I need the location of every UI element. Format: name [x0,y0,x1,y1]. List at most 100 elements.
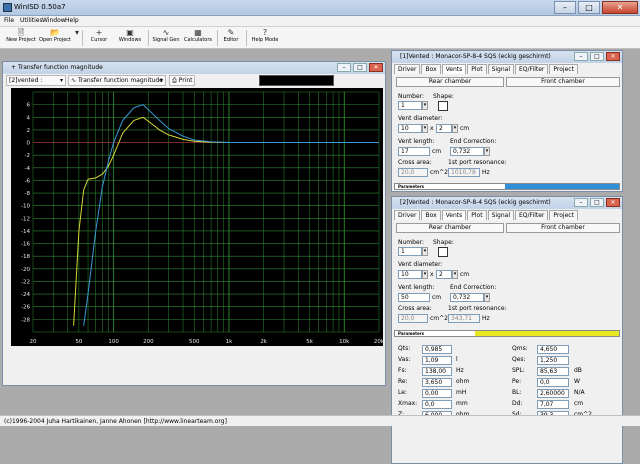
tab-plot[interactable]: Plot [467,64,487,74]
signal-gen-button[interactable]: ∿ Signal Gen [152,28,180,48]
rear-chamber-button[interactable]: Rear chamber [396,223,504,233]
x-tick-label: 20 [30,339,37,345]
vent-length-label: Vent length: [398,138,435,145]
vent-length-field[interactable]: 50 [398,293,430,302]
param-value[interactable]: 2,60000 [537,389,569,398]
series-line-project-2 [83,104,379,326]
vent-diameter-count[interactable]: 2 [436,124,452,133]
shape-picker[interactable] [438,101,448,111]
open-project-button[interactable]: 📂 Open Project [38,28,72,48]
tab-vents[interactable]: Vents [441,210,467,220]
y-tick-label: 0 [27,141,31,147]
y-tick-label: -14 [21,229,30,235]
print-button[interactable]: ⎙ Print [169,75,195,86]
end-correction-dropdown[interactable]: ▾ [484,147,490,156]
tab-project[interactable]: Project [549,64,578,74]
vent-diameter-dropdown[interactable]: ▾ [422,124,428,133]
tab-vents[interactable]: Vents [441,64,467,74]
tab-project[interactable]: Project [549,210,578,220]
param-value[interactable]: 0,00 [422,389,452,398]
tab-signal[interactable]: Signal [487,210,514,220]
param-unit: Hz [456,367,464,374]
vent-count-dropdown[interactable]: ▾ [452,270,458,279]
vent-length-field[interactable]: 17 [398,147,430,156]
vent-diameter-count[interactable]: 2 [436,270,452,279]
front-chamber-button[interactable]: Front chamber [506,223,620,233]
menu-file[interactable]: File [4,17,14,24]
end-correction-field[interactable]: 0,732 [450,293,484,302]
rear-chamber-button[interactable]: Rear chamber [396,77,504,87]
close-button[interactable]: ✕ [602,1,638,14]
vent-diameter-field[interactable]: 10 [398,124,422,133]
menu-window[interactable]: Window [42,17,66,24]
menu-utilities[interactable]: Utilities [20,17,43,24]
tab-driver[interactable]: Driver [394,64,421,74]
param-value[interactable]: 3,650 [422,378,452,387]
number-select[interactable]: 1 [398,247,422,256]
vent2-minimize-button[interactable]: – [574,198,588,207]
vent-window-1: [1]Vented : Monacor-SP-8-4 SQS (eckig ge… [391,50,623,192]
help-mode-button[interactable]: ? Help Mode [251,28,279,48]
tab-box[interactable]: Box [421,64,441,74]
param-value[interactable]: 138,00 [422,367,452,376]
graph-minimize-button[interactable]: – [337,63,351,72]
graph-window: + Transfer function magnitude – □ ✕ [2]v… [2,61,386,386]
tab-eq-filter[interactable]: EQ/Filter [515,210,549,220]
calculators-button[interactable]: ▦ Calculators [183,28,213,48]
param-value[interactable]: 0,0 [422,400,452,409]
vent2-maximize-button[interactable]: □ [590,198,604,207]
end-correction-field[interactable]: 0,732 [450,147,484,156]
param-value[interactable]: 7,07 [537,400,569,409]
vent2-close-button[interactable]: ✕ [606,198,620,207]
tab-plot[interactable]: Plot [467,210,487,220]
new-project-button[interactable]: 🗎 New Project [4,28,38,48]
menu-help[interactable]: Help [65,17,79,24]
param-value[interactable]: 85,63 [537,367,569,376]
param-value[interactable]: 0,985 [422,345,452,354]
tab-box[interactable]: Box [421,210,441,220]
number-dropdown[interactable]: ▾ [422,101,428,110]
open-project-dropdown[interactable]: ▾ [72,28,80,48]
graph-close-button[interactable]: ✕ [369,63,383,72]
parameters-progress-fill [475,331,619,336]
param-value[interactable]: 1,250 [537,356,569,365]
graph-maximize-button[interactable]: □ [353,63,367,72]
vent-diameter-dropdown[interactable]: ▾ [422,270,428,279]
number-label: Number: [398,93,425,100]
graph-type-icon: ∿ [71,77,77,84]
minimize-button[interactable]: – [554,1,576,14]
vent1-minimize-button[interactable]: – [574,52,588,61]
shape-picker[interactable] [438,247,448,257]
transfer-function-plot: 6 4 2 0 -2 -4 -6 -8 -10 -12 -14 -16 -18 -20 -22 -24 -26-… [11,88,385,346]
maximize-button[interactable]: □ [578,1,600,14]
front-chamber-button[interactable]: Front chamber [506,77,620,87]
param-unit: mH [456,389,467,396]
param-unit: ohm [456,378,470,385]
vent-diameter-field[interactable]: 10 [398,270,422,279]
number-select[interactable]: 1 [398,101,422,110]
x-tick-label: 50 [75,339,82,345]
x-tick-label: 10k [339,339,350,345]
windows-icon: ▣ [126,28,134,37]
vent1-tabs: Driver Box Vents Plot Signal EQ/Filter P… [394,64,579,74]
vent1-maximize-button[interactable]: □ [590,52,604,61]
param-value[interactable]: 4,650 [537,345,569,354]
end-correction-dropdown[interactable]: ▾ [484,293,490,302]
project-select[interactable]: [2]vented : ▾ [6,75,66,86]
tab-eq-filter[interactable]: EQ/Filter [515,64,549,74]
vent2-tabs: Driver Box Vents Plot Signal EQ/Filter P… [394,210,579,220]
y-tick-label: -20 [21,267,30,273]
tab-signal[interactable]: Signal [487,64,514,74]
graph-type-select[interactable]: ∿ Transfer function magnitude ▾ [68,75,166,86]
windows-button[interactable]: ▣ Windows [116,28,144,48]
number-dropdown[interactable]: ▾ [422,247,428,256]
tab-driver[interactable]: Driver [394,210,421,220]
param-value[interactable]: 0,0 [537,378,569,387]
vent-count-dropdown[interactable]: ▾ [452,124,458,133]
cursor-button[interactable]: + Cursor [88,28,110,48]
graph-window-titlebar[interactable]: + Transfer function magnitude [3,62,385,74]
vent1-close-button[interactable]: ✕ [606,52,620,61]
editor-button[interactable]: ✎ Editor [221,28,241,48]
y-tick-label: 2 [27,128,31,134]
param-value[interactable]: 1,09 [422,356,452,365]
